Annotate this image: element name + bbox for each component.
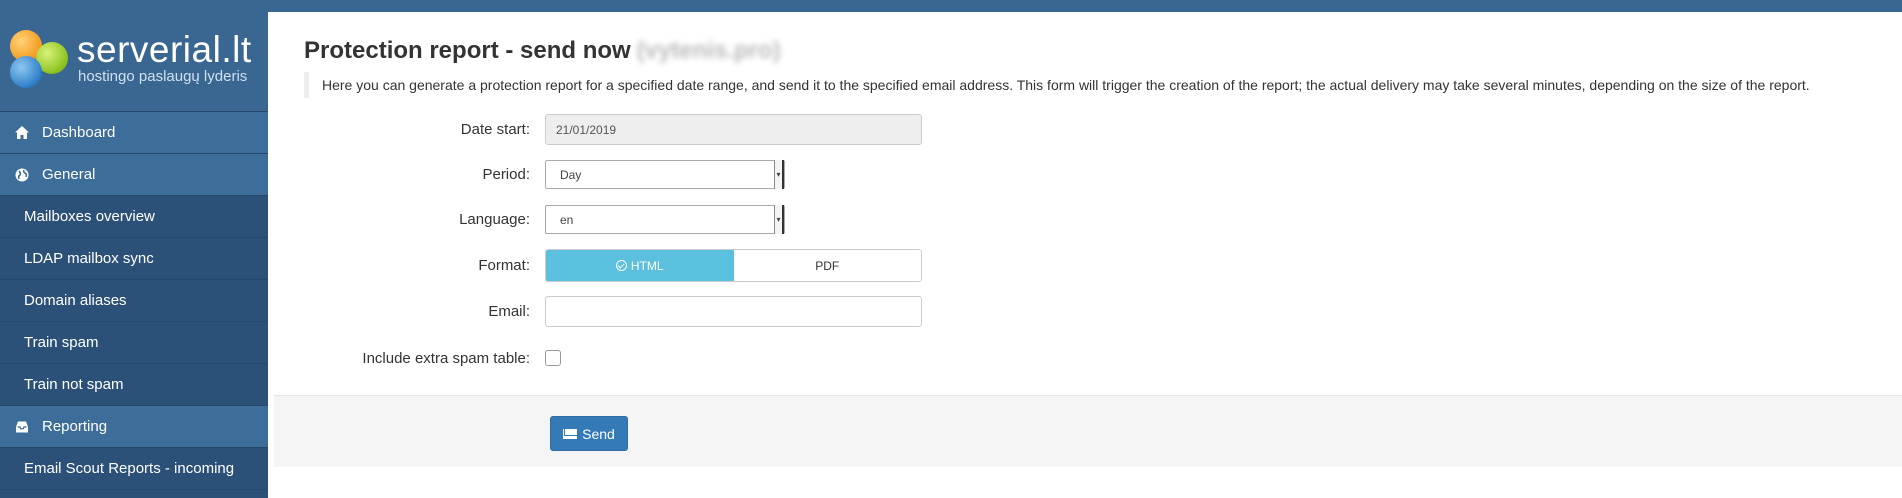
email-field[interactable] [545, 296, 922, 327]
date-start-label: Date start: [460, 121, 530, 138]
email-row: Email: [268, 296, 1902, 327]
sidebar-item-train-not-spam[interactable]: Train not spam [0, 364, 268, 406]
form-actions: Send [274, 395, 1902, 467]
send-button-label: Send [582, 425, 615, 442]
language-label: Language: [459, 211, 530, 228]
sidebar-item-label: Mailboxes overview [24, 208, 155, 225]
extra-spam-row: Include extra spam table: [268, 349, 1902, 367]
envelope-icon [563, 428, 578, 439]
send-button[interactable]: Send [550, 416, 628, 451]
sidebar: serverial.lt hostingo paslaugų lyderis D… [0, 0, 268, 498]
date-start-input[interactable]: 21/01/2019 [545, 114, 922, 145]
period-select[interactable]: Day ▾ [545, 160, 785, 189]
format-toggle: HTML PDF [545, 249, 922, 282]
sidebar-item-label: LDAP mailbox sync [24, 250, 154, 267]
period-label: Period: [482, 166, 530, 183]
language-select-value: en [560, 212, 574, 227]
page-title: Protection report - send now (vytenis.pro… [304, 37, 781, 65]
logo-tagline: hostingo paslaugų lyderis [78, 68, 248, 85]
sidebar-item-label: Train spam [24, 334, 99, 351]
home-icon [14, 125, 30, 141]
page-title-domain: (vytenis.pro) [636, 37, 781, 64]
format-label: Format: [478, 257, 530, 274]
extra-spam-label: Include extra spam table: [362, 349, 530, 367]
sidebar-item-label: Domain aliases [24, 292, 127, 309]
format-row: Format: HTML PDF [268, 249, 1902, 282]
format-option-label: PDF [815, 258, 840, 273]
page-description: Here you can generate a protection repor… [304, 72, 1810, 98]
sidebar-item-label: Email Scout Reports - incoming [24, 460, 235, 477]
sidebar-item-label: Dashboard [42, 124, 116, 141]
logo-mark [8, 30, 70, 92]
extra-spam-checkbox[interactable] [545, 350, 561, 366]
language-select[interactable]: en ▾ [545, 205, 785, 234]
sidebar-item-label: Reporting [42, 418, 108, 435]
sidebar-item-label: General [42, 166, 96, 183]
logo-brand: serverial.lt [77, 29, 252, 70]
chevron-down-icon: ▾ [774, 160, 784, 189]
chevron-down-icon: ▾ [774, 205, 784, 234]
sidebar-item-ldap-mailbox-sync[interactable]: LDAP mailbox sync [0, 238, 268, 280]
check-circle-icon [615, 260, 627, 271]
period-select-value: Day [560, 167, 582, 182]
main-content: Protection report - send now (vytenis.pro… [268, 12, 1902, 498]
logo[interactable]: serverial.lt hostingo paslaugų lyderis [0, 0, 268, 112]
sidebar-item-reporting[interactable]: Reporting [0, 406, 268, 448]
email-label: Email: [488, 303, 530, 320]
sidebar-item-dashboard[interactable]: Dashboard [0, 112, 268, 154]
sidebar-item-train-spam[interactable]: Train spam [0, 322, 268, 364]
globe-icon [14, 167, 30, 183]
date-start-row: Date start: 21/01/2019 [268, 114, 1902, 145]
sidebar-item-email-scout-reports-incoming[interactable]: Email Scout Reports - incoming [0, 448, 268, 490]
page-title-text: Protection report - send now [304, 37, 631, 64]
inbox-icon [14, 419, 30, 435]
format-option-html[interactable]: HTML [546, 250, 734, 281]
sidebar-item-domain-aliases[interactable]: Domain aliases [0, 280, 268, 322]
period-row: Period: Day ▾ [268, 160, 1902, 189]
format-option-label: HTML [630, 258, 664, 273]
top-bar [268, 0, 1902, 12]
sidebar-item-label: Train not spam [24, 376, 124, 393]
sidebar-item-general[interactable]: General [0, 154, 268, 196]
language-row: Language: en ▾ [268, 205, 1902, 234]
format-option-pdf[interactable]: PDF [733, 250, 921, 281]
sidebar-item-mailboxes-overview[interactable]: Mailboxes overview [0, 196, 268, 238]
